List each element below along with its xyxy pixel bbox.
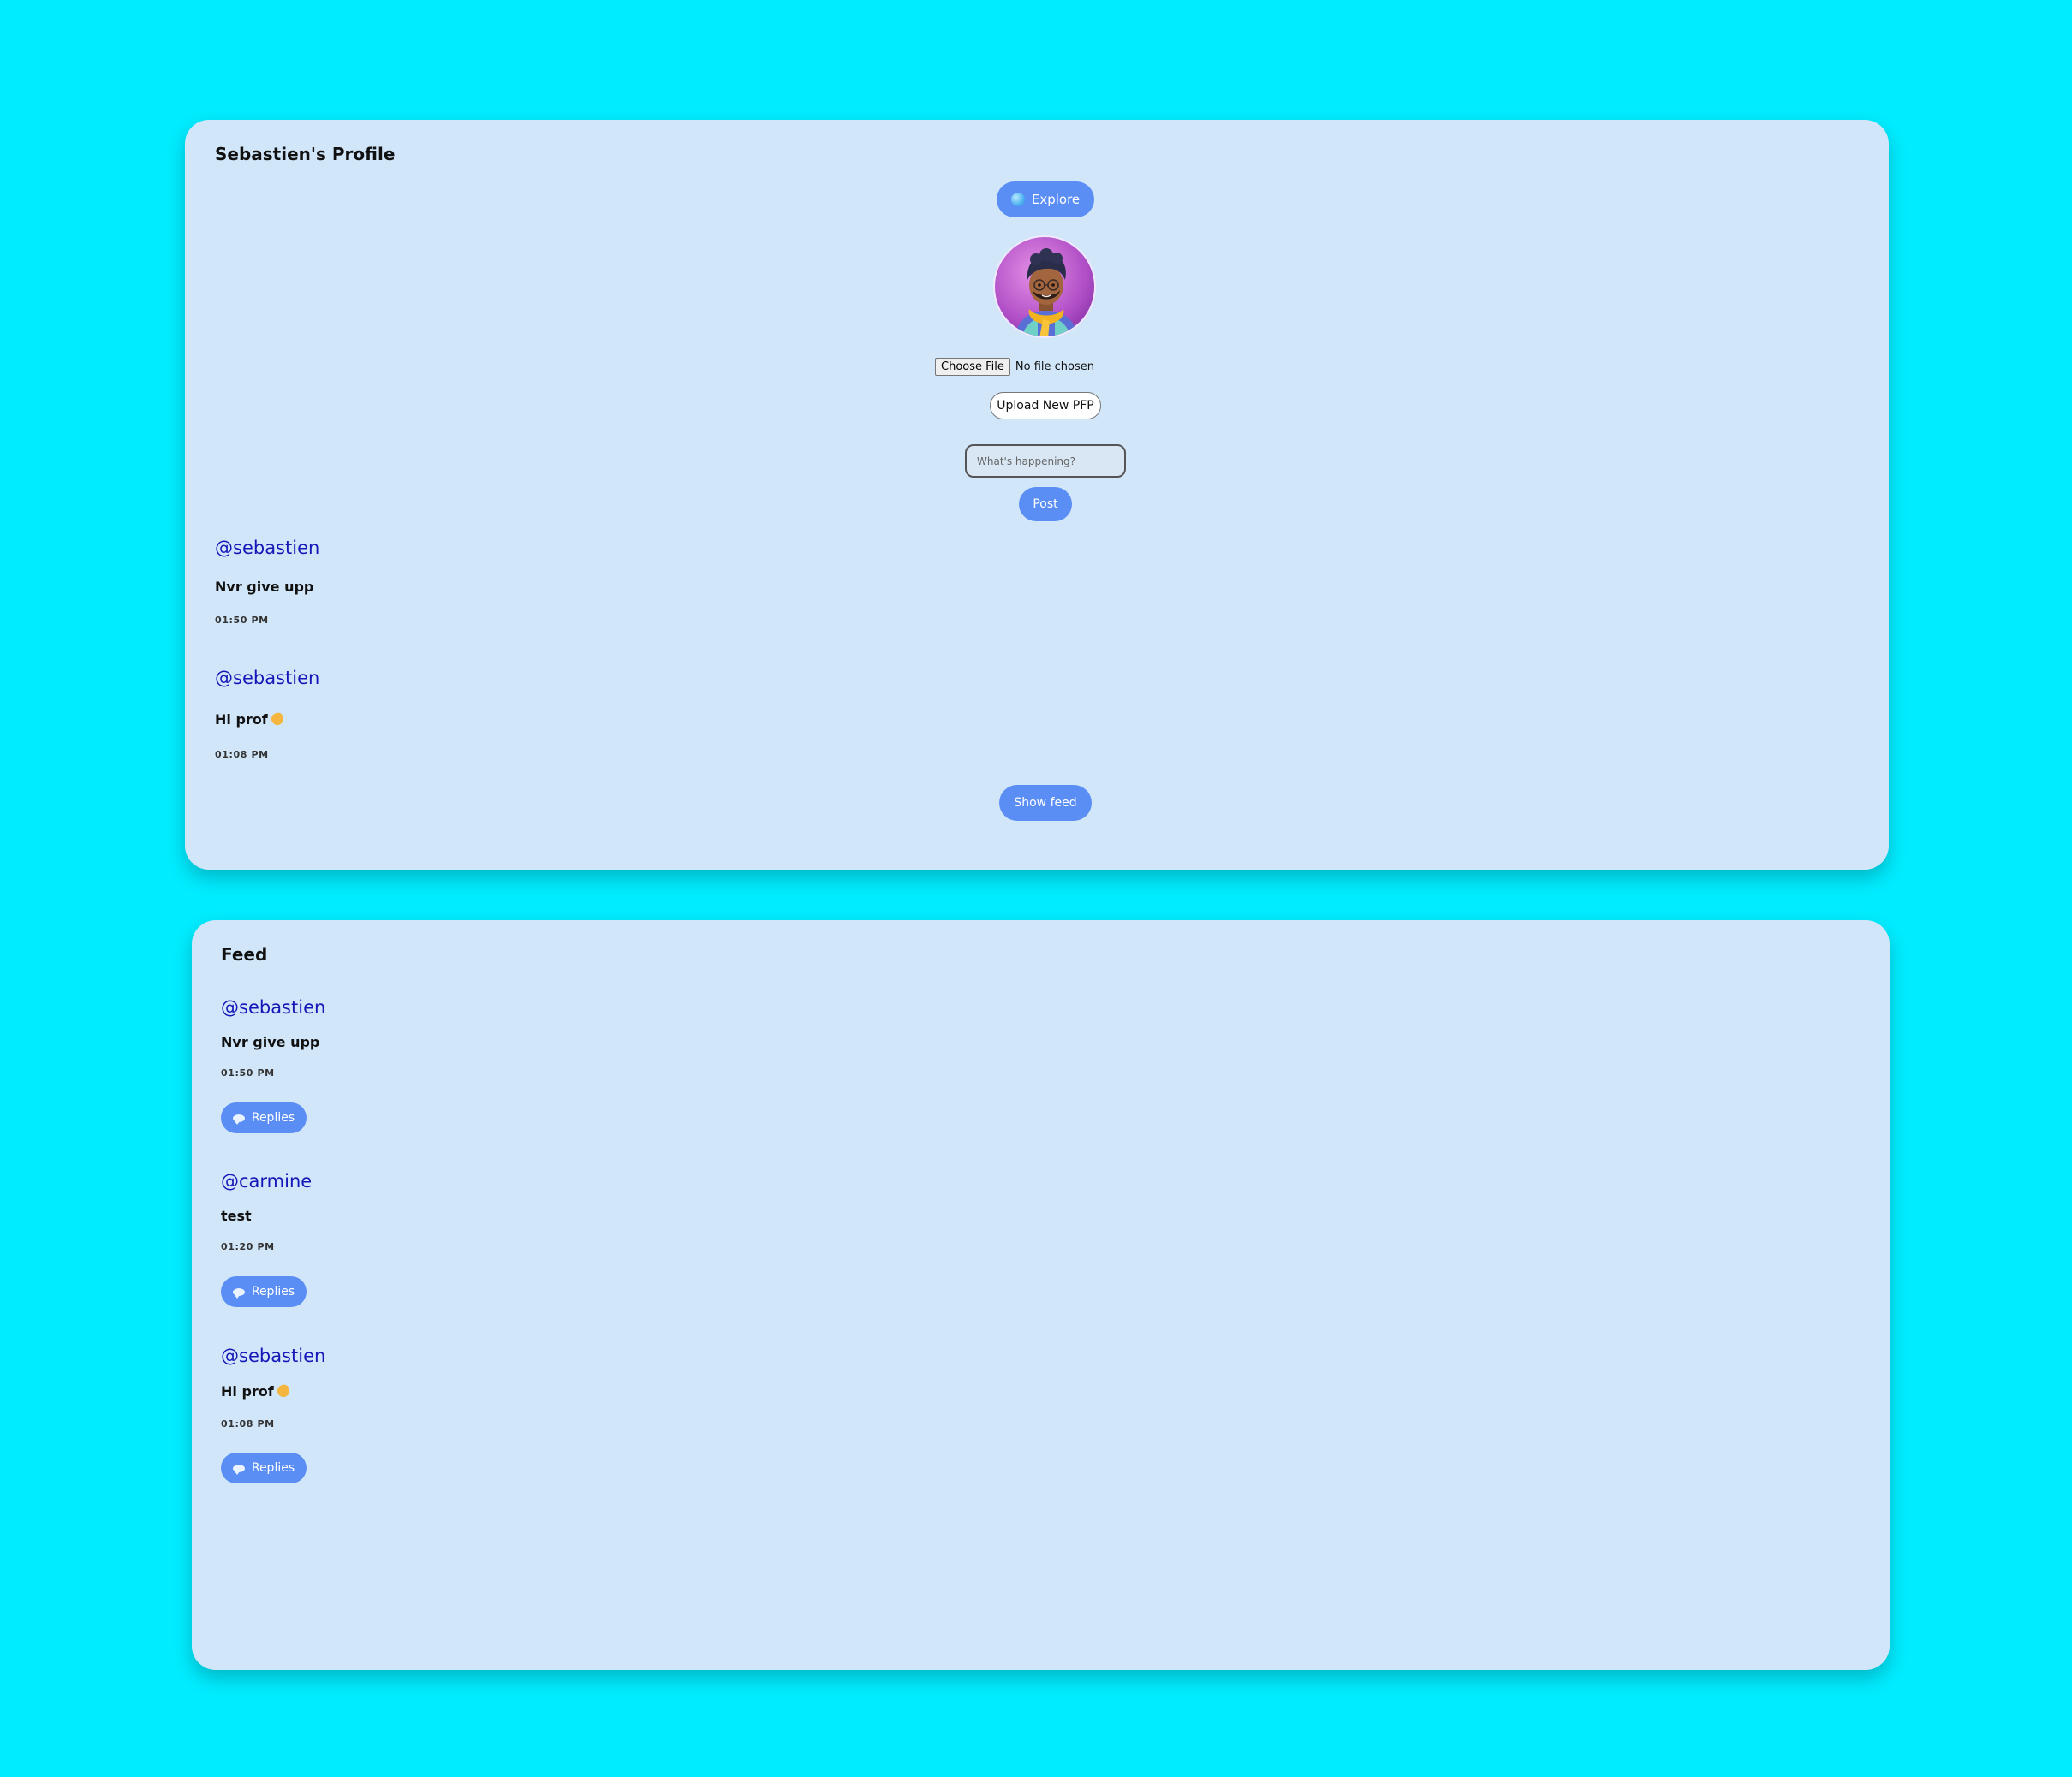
waving-hand-icon: [275, 1383, 291, 1399]
speech-bubble-icon: [232, 1287, 245, 1299]
post-username[interactable]: @sebastien: [215, 668, 319, 688]
post-text: test: [221, 1208, 252, 1224]
post-username[interactable]: @carmine: [221, 1171, 312, 1192]
post-username[interactable]: @sebastien: [215, 538, 319, 558]
avatar: [993, 235, 1096, 338]
post-text: Nvr give upp: [221, 1034, 320, 1050]
feed-card: Feed @sebastien Nvr give upp 01:50 PM Re…: [192, 920, 1890, 1670]
profile-title: Sebastien's Profile: [215, 144, 396, 164]
post-text-with-emoji: Hi prof: [215, 711, 285, 728]
show-feed-button[interactable]: Show feed: [999, 785, 1092, 821]
post-time: 01:08 PM: [221, 1418, 275, 1429]
post-text: Hi prof: [221, 1383, 274, 1400]
replies-label: Replies: [251, 1285, 295, 1299]
post-username[interactable]: @sebastien: [221, 997, 325, 1018]
post-time: 01:50 PM: [215, 615, 269, 626]
post-button[interactable]: Post: [1019, 487, 1072, 521]
upload-pfp-button[interactable]: Upload New PFP: [990, 392, 1101, 419]
globe-icon: [1010, 193, 1025, 206]
file-picker: Choose File No file chosen: [935, 358, 1094, 376]
replies-button[interactable]: Replies: [221, 1102, 307, 1133]
replies-button[interactable]: Replies: [221, 1453, 307, 1483]
explore-label: Explore: [1031, 192, 1081, 207]
post-text-with-emoji: Hi prof: [221, 1383, 291, 1400]
no-file-text: No file chosen: [1015, 360, 1094, 373]
speech-bubble-icon: [232, 1464, 245, 1475]
replies-label: Replies: [251, 1461, 295, 1475]
speech-bubble-icon: [232, 1114, 245, 1125]
post-username[interactable]: @sebastien: [221, 1346, 325, 1366]
post-text: Hi prof: [215, 711, 268, 728]
feed-title: Feed: [221, 944, 268, 965]
avatar-illustration: [995, 237, 1094, 336]
replies-label: Replies: [251, 1111, 295, 1125]
post-time: 01:20 PM: [221, 1241, 275, 1252]
profile-card: Sebastien's Profile Explore Choose File …: [185, 120, 1889, 870]
replies-button[interactable]: Replies: [221, 1276, 307, 1307]
post-input[interactable]: [965, 444, 1126, 478]
explore-button[interactable]: Explore: [997, 181, 1094, 217]
choose-file-button[interactable]: Choose File: [935, 358, 1010, 376]
waving-hand-icon: [269, 711, 285, 727]
post-time: 01:50 PM: [221, 1067, 275, 1079]
post-time: 01:08 PM: [215, 749, 269, 760]
post-text: Nvr give upp: [215, 579, 314, 595]
